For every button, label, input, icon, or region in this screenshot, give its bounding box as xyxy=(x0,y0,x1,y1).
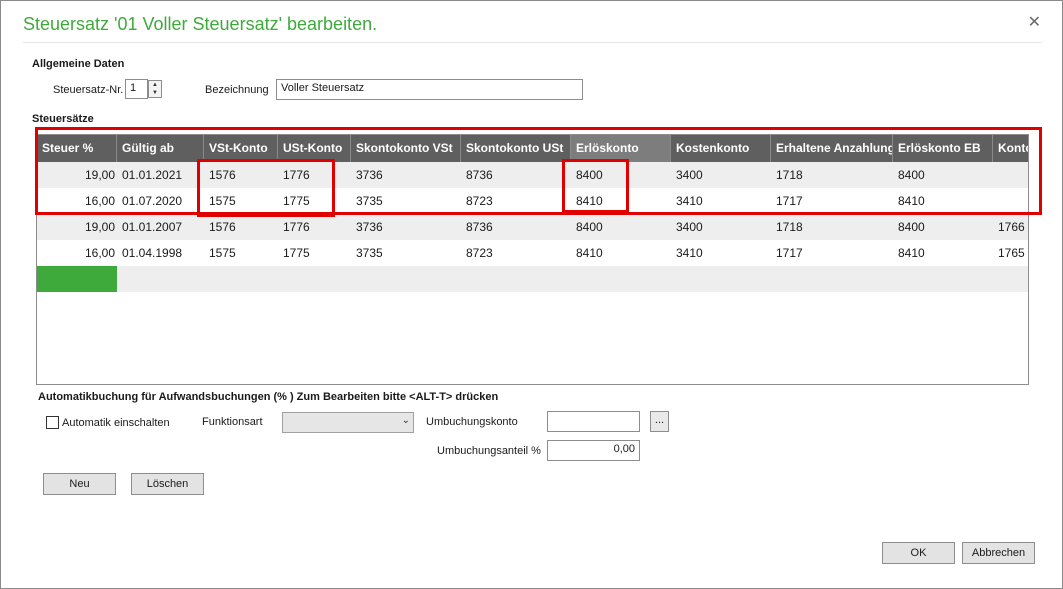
cell-erloeskonto-eb: 8400 xyxy=(898,168,925,182)
col-header-konto[interactable]: Konto xyxy=(993,135,1028,162)
cell-erhaltene-anzahlungen: 1717 xyxy=(776,246,803,260)
cell-erloeskonto-eb: 8410 xyxy=(898,194,925,208)
cell-konto: 1765 xyxy=(998,246,1025,260)
rates-section-title: Steuersätze xyxy=(32,113,94,125)
table-row[interactable]: 16,00 01.07.2020 1575 1775 3735 8723 841… xyxy=(37,188,1028,214)
cell-erloeskonto: 8410 xyxy=(576,194,603,208)
col-header-skontokonto-vst[interactable]: Skontokonto VSt xyxy=(351,135,461,162)
col-header-erloeskonto[interactable]: Erlöskonto xyxy=(571,135,671,162)
col-header-erhaltene-anzahlungen[interactable]: Erhaltene Anzahlungen xyxy=(771,135,893,162)
umbuchungsanteil-label: Umbuchungsanteil % xyxy=(437,445,541,457)
cell-gueltig-ab: 01.01.2021 xyxy=(122,168,183,182)
col-header-steuer[interactable]: Steuer % xyxy=(37,135,117,162)
spin-up-icon[interactable]: ▲ xyxy=(149,81,161,89)
cell-kostenkonto: 3410 xyxy=(676,194,703,208)
cell-skontokonto-ust: 8723 xyxy=(466,194,493,208)
cell-skontokonto-vst: 3735 xyxy=(356,246,383,260)
cell-kostenkonto: 3400 xyxy=(676,168,703,182)
spin-down-icon[interactable]: ▼ xyxy=(149,89,161,97)
cancel-button[interactable]: Abbrechen xyxy=(962,542,1035,564)
funktionsart-select[interactable]: ⌄ xyxy=(282,412,414,433)
new-button[interactable]: Neu xyxy=(43,473,116,495)
cell-ust-konto: 1775 xyxy=(283,246,310,260)
col-header-kostenkonto[interactable]: Kostenkonto xyxy=(671,135,771,162)
rates-grid[interactable]: Steuer % Gültig ab VSt-Konto USt-Konto S… xyxy=(36,134,1029,385)
cell-vst-konto: 1575 xyxy=(209,194,236,208)
col-header-erloeskonto-eb[interactable]: Erlöskonto EB xyxy=(893,135,993,162)
ok-button[interactable]: OK xyxy=(882,542,955,564)
cell-konto xyxy=(993,162,1028,188)
title-divider xyxy=(23,42,1042,43)
cell-steuer: 16,00 xyxy=(84,194,115,208)
new-row[interactable] xyxy=(37,266,1028,292)
cell-konto xyxy=(993,188,1028,214)
funktionsart-label: Funktionsart xyxy=(202,416,263,428)
automatik-label[interactable]: Automatik einschalten xyxy=(62,417,170,429)
cell-erloeskonto-eb: 8400 xyxy=(898,220,925,234)
col-header-skontokonto-ust[interactable]: Skontokonto USt xyxy=(461,135,571,162)
cell-erhaltene-anzahlungen: 1717 xyxy=(776,194,803,208)
grid-header: Steuer % Gültig ab VSt-Konto USt-Konto S… xyxy=(37,135,1028,162)
cell-erloeskonto: 8410 xyxy=(576,246,603,260)
umbuchungskonto-label: Umbuchungskonto xyxy=(426,416,518,428)
cell-skontokonto-ust: 8736 xyxy=(466,168,493,182)
new-row-indicator[interactable] xyxy=(37,266,117,292)
cell-erhaltene-anzahlungen: 1718 xyxy=(776,220,803,234)
cell-skontokonto-ust: 8723 xyxy=(466,246,493,260)
col-header-ust-konto[interactable]: USt-Konto xyxy=(278,135,351,162)
cell-erhaltene-anzahlungen: 1718 xyxy=(776,168,803,182)
cell-ust-konto: 1776 xyxy=(283,168,310,182)
cell-skontokonto-vst: 3735 xyxy=(356,194,383,208)
cell-erloeskonto: 8400 xyxy=(576,220,603,234)
cell-vst-konto: 1576 xyxy=(209,220,236,234)
general-section-title: Allgemeine Daten xyxy=(32,58,125,70)
steuersatz-nr-input[interactable]: 1 xyxy=(125,79,148,99)
table-row[interactable]: 19,00 01.01.2021 1576 1776 3736 8736 840… xyxy=(37,162,1028,188)
cell-konto: 1766 xyxy=(998,220,1025,234)
col-header-gueltig-ab[interactable]: Gültig ab xyxy=(117,135,204,162)
cell-steuer: 19,00 xyxy=(84,168,115,182)
dialog-title: Steuersatz '01 Voller Steuersatz' bearbe… xyxy=(23,14,378,34)
steuersatz-nr-label: Steuersatz-Nr. xyxy=(53,84,124,96)
chevron-down-icon: ⌄ xyxy=(401,415,410,426)
bezeichnung-input[interactable]: Voller Steuersatz xyxy=(276,79,583,100)
cell-erloeskonto-eb: 8410 xyxy=(898,246,925,260)
close-icon[interactable]: ✕ xyxy=(1028,15,1041,31)
delete-button[interactable]: Löschen xyxy=(131,473,204,495)
cell-erloeskonto: 8400 xyxy=(576,168,603,182)
cell-skontokonto-vst: 3736 xyxy=(356,220,383,234)
cell-skontokonto-ust: 8736 xyxy=(466,220,493,234)
cell-ust-konto: 1776 xyxy=(283,220,310,234)
cell-vst-konto: 1576 xyxy=(209,168,236,182)
cell-steuer: 19,00 xyxy=(84,220,115,234)
col-header-vst-konto[interactable]: VSt-Konto xyxy=(204,135,278,162)
cell-kostenkonto: 3410 xyxy=(676,246,703,260)
umbuchungsanteil-input[interactable]: 0,00 xyxy=(547,440,640,461)
cell-kostenkonto: 3400 xyxy=(676,220,703,234)
cell-steuer: 16,00 xyxy=(84,246,115,260)
steuersatz-nr-spinner[interactable]: ▲ ▼ xyxy=(148,80,162,98)
cell-gueltig-ab: 01.07.2020 xyxy=(122,194,183,208)
auto-section-title: Automatikbuchung für Aufwandsbuchungen (… xyxy=(38,391,499,403)
dialog-window: Steuersatz '01 Voller Steuersatz' bearbe… xyxy=(0,0,1063,589)
cell-vst-konto: 1575 xyxy=(209,246,236,260)
automatik-checkbox[interactable] xyxy=(46,416,59,429)
umbuchungskonto-input[interactable] xyxy=(547,411,640,432)
cell-skontokonto-vst: 3736 xyxy=(356,168,383,182)
table-row[interactable]: 19,00 01.01.2007 1576 1776 3736 8736 840… xyxy=(37,214,1028,240)
table-row[interactable]: 16,00 01.04.1998 1575 1775 3735 8723 841… xyxy=(37,240,1028,266)
cell-gueltig-ab: 01.04.1998 xyxy=(122,246,183,260)
cell-gueltig-ab: 01.01.2007 xyxy=(122,220,183,234)
umbuchungskonto-lookup-button[interactable]: ... xyxy=(650,411,669,432)
bezeichnung-label: Bezeichnung xyxy=(205,84,269,96)
cell-ust-konto: 1775 xyxy=(283,194,310,208)
